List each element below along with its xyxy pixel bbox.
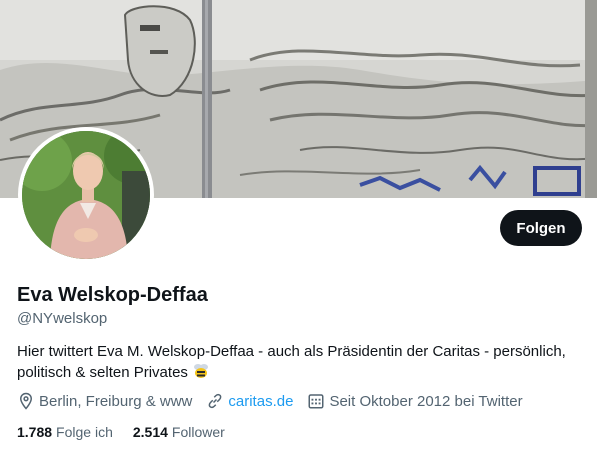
following-label: Folge ich — [56, 424, 113, 440]
website-link[interactable]: caritas.de — [228, 393, 293, 410]
avatar-photo — [22, 131, 150, 259]
following-count: 1.788 — [17, 424, 53, 440]
followers-count: 2.514 — [132, 424, 168, 440]
following-stat[interactable]: 1.788 Folge ich — [17, 424, 113, 440]
profile-name: Eva Welskop-Deffaa — [17, 284, 208, 306]
location-item: Berlin, Freiburg & www — [17, 392, 192, 410]
followers-stat[interactable]: 2.514 Follower — [133, 424, 225, 440]
link-icon — [209, 393, 222, 409]
follow-button[interactable]: Folgen — [500, 210, 582, 246]
followers-label: Follower — [171, 424, 225, 440]
website-item[interactable]: caritas.de — [206, 392, 293, 410]
profile-stats: 1.788 Folge ich 2.514 Follower — [17, 424, 245, 440]
bio-text: Hier twittert Eva M. Welskop-Deffaa - au… — [17, 343, 566, 381]
joined-text: Seit Oktober 2012 bei Twitter — [329, 392, 523, 410]
profile-meta: Berlin, Freiburg & www caritas.de Seit O… — [17, 390, 537, 412]
calendar-icon — [308, 394, 324, 409]
profile-bio: Hier twittert Eva M. Welskop-Deffaa - au… — [17, 342, 577, 386]
avatar-frame[interactable] — [18, 127, 154, 263]
joined-item: Seit Oktober 2012 bei Twitter — [307, 392, 523, 410]
profile-handle: @NYwelskop — [17, 310, 108, 327]
location-text: Berlin, Freiburg & www — [39, 392, 193, 410]
avatar[interactable] — [22, 131, 150, 259]
location-pin-icon — [19, 392, 33, 410]
bee-icon — [192, 362, 210, 386]
